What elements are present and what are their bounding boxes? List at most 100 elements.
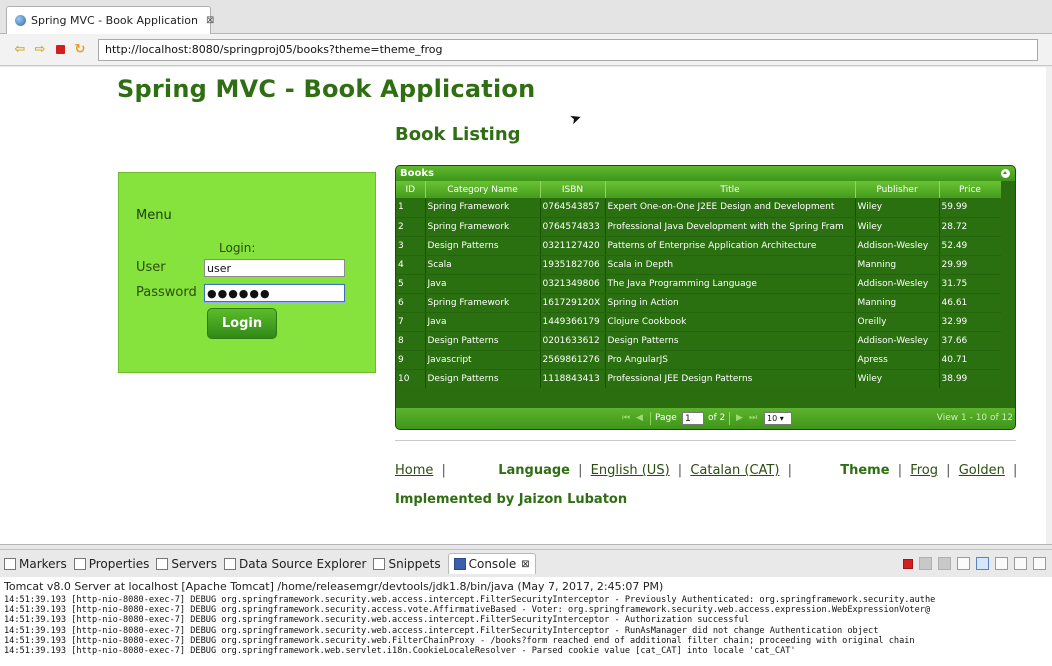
table-row[interactable]: 10 Design Patterns 1118843413 Professional … (396, 369, 1002, 389)
column-header[interactable]: Category Name (425, 181, 541, 198)
language-catalan-link[interactable]: Catalan (CAT) (690, 463, 779, 478)
clear-console-icon[interactable] (957, 557, 970, 570)
cell-isbn: 161729120X (540, 293, 606, 313)
theme-golden-link[interactable]: Golden (959, 463, 1005, 478)
column-header[interactable]: Price (939, 181, 1002, 198)
cell-isbn: 0321127420 (540, 236, 606, 256)
tab-snippets[interactable]: Snippets (373, 557, 441, 571)
word-wrap-icon[interactable] (995, 557, 1008, 570)
implemented-by: Implemented by Jaizon Lubaton (395, 492, 628, 507)
tab-data-source-explorer[interactable]: Data Source Explorer (224, 557, 366, 571)
cell-isbn: 2569861276 (540, 350, 606, 370)
rows-per-page-select[interactable]: 10 ▾ (764, 412, 792, 425)
cell-publisher: Addison-Wesley (855, 274, 940, 294)
stop-icon[interactable] (52, 42, 68, 58)
cell-price: 59.99 (939, 198, 1002, 218)
close-tab-icon[interactable]: ⊠ (206, 15, 214, 26)
table-row[interactable]: 3 Design Patterns 0321127420 Patterns of En… (396, 236, 1002, 256)
password-input[interactable] (204, 284, 345, 302)
collapse-grid-icon[interactable] (1001, 169, 1010, 178)
cell-isbn: 0321349806 (540, 274, 606, 294)
pin-console-icon[interactable] (1014, 557, 1027, 570)
console-output[interactable]: Tomcat v8.0 Server at localhost [Apache … (0, 577, 1052, 666)
tab-markers[interactable]: Markers (4, 557, 67, 571)
close-console-icon[interactable]: ⊠ (521, 559, 529, 570)
login-button[interactable]: Login (207, 308, 277, 339)
grid-pager: ⏮ ◀ Page of 2 ▶ ⏭ 10 ▾ View 1 - 10 of 12 (396, 408, 1015, 429)
cell-publisher: Oreilly (855, 312, 940, 332)
table-row[interactable]: 8 Design Patterns 0201633612 Design Pattern… (396, 331, 1002, 351)
tab-properties[interactable]: Properties (73, 557, 149, 571)
books-table: ID Category Name ISBN Title Publisher Price 1… (396, 181, 1002, 389)
theme-frog-link[interactable]: Frog (910, 463, 938, 478)
page-number-input[interactable] (682, 412, 704, 425)
cell-title: Patterns of Enterprise Application Archi… (605, 236, 856, 256)
grid-scroll-area (1001, 181, 1015, 388)
first-page-icon[interactable]: ⏮ (622, 413, 630, 423)
menu-title: Menu (136, 208, 172, 223)
table-row[interactable]: 5 Java 0321349806 The Java Programming Lang… (396, 274, 1002, 294)
column-header[interactable]: ISBN (540, 181, 606, 198)
display-console-icon[interactable] (1033, 557, 1046, 570)
column-header[interactable]: Title (605, 181, 856, 198)
cell-category-name: Design Patterns (425, 369, 541, 389)
home-link[interactable]: Home (395, 463, 433, 478)
table-row[interactable]: 1 Spring Framework 0764543857 Expert One-on… (396, 198, 1002, 218)
console-line: 14:51:39.193 [http-nio-8080-exec-7] DEBU… (4, 605, 931, 616)
terminate-icon[interactable] (903, 559, 913, 569)
scroll-lock-icon[interactable] (976, 557, 989, 570)
remove-all-icon[interactable] (938, 557, 951, 570)
cell-category-name: Javascript (425, 350, 541, 370)
view-tab-label: Servers (171, 556, 217, 571)
refresh-icon[interactable]: ↻ (72, 42, 88, 58)
page-viewport: Spring MVC - Book Application ➤ Book Lis… (0, 67, 1052, 545)
cell-title: Spring in Action (605, 293, 856, 313)
grid-caption: Books (396, 166, 1015, 181)
cell-price: 40.71 (939, 350, 1002, 370)
page-count: of 2 (708, 413, 726, 423)
back-arrow-icon[interactable]: ⇦ (12, 42, 28, 58)
remove-launch-icon[interactable] (919, 557, 932, 570)
address-bar[interactable]: http://localhost:8080/springproj05/books… (98, 38, 1038, 61)
forward-arrow-icon[interactable]: ⇨ (32, 42, 48, 58)
cell-category-name: Java (425, 274, 541, 294)
table-row[interactable]: 2 Spring Framework 0764574833 Professional … (396, 217, 1002, 237)
user-input[interactable] (204, 259, 345, 277)
theme-label: Theme (840, 463, 890, 478)
browser-tab[interactable]: Spring MVC - Book Application ⊠ (6, 6, 214, 34)
separator: | (578, 463, 583, 478)
viewport-scrollbar[interactable] (1046, 67, 1052, 544)
table-row[interactable]: 4 Scala 1935182706 Scala in Depth Manning 29.… (396, 255, 1002, 275)
cell-title: The Java Programming Language (605, 274, 856, 294)
column-header[interactable]: Publisher (855, 181, 940, 198)
cell-book-id: 8 (396, 331, 426, 351)
language-label: Language (498, 463, 570, 478)
next-page-icon[interactable]: ▶ (736, 413, 743, 423)
table-row[interactable]: 9 Javascript 2569861276 Pro AngularJS Apress… (396, 350, 1002, 370)
cell-price: 38.99 (939, 369, 1002, 389)
prev-page-icon[interactable]: ◀ (636, 413, 643, 423)
tab-servers[interactable]: Servers (156, 557, 217, 571)
page-label: Page (655, 413, 677, 423)
tab-console[interactable]: Console ⊠ (447, 553, 536, 574)
cell-category-name: Spring Framework (425, 198, 541, 218)
cell-book-id: 6 (396, 293, 426, 313)
column-header[interactable]: ID (396, 181, 426, 198)
grid-empty-area (396, 388, 1015, 410)
login-menu: Menu Login: User Password Login (118, 172, 376, 373)
console-header: Tomcat v8.0 Server at localhost [Apache … (4, 580, 664, 593)
table-row[interactable]: 7 Java 1449366179 Clojure Cookbook Oreilly 32… (396, 312, 1002, 332)
table-row[interactable]: 6 Spring Framework 161729120X Spring in Act… (396, 293, 1002, 313)
footer-links: Home | Language | English (US) | Catalan… (395, 463, 1021, 478)
language-english-link[interactable]: English (US) (591, 463, 670, 478)
separator: | (946, 463, 951, 478)
cell-price: 28.72 (939, 217, 1002, 237)
divider (395, 440, 1016, 441)
cell-book-id: 7 (396, 312, 426, 332)
separator: | (897, 463, 903, 478)
views-tab-bar: Markers Properties Servers Data Source Expl… (0, 549, 1052, 577)
console-toolbar (903, 557, 1046, 570)
console-icon (453, 558, 466, 570)
console-line: 14:51:39.193 [http-nio-8080-exec-7] DEBU… (4, 615, 750, 626)
last-page-icon[interactable]: ⏭ (749, 413, 757, 423)
